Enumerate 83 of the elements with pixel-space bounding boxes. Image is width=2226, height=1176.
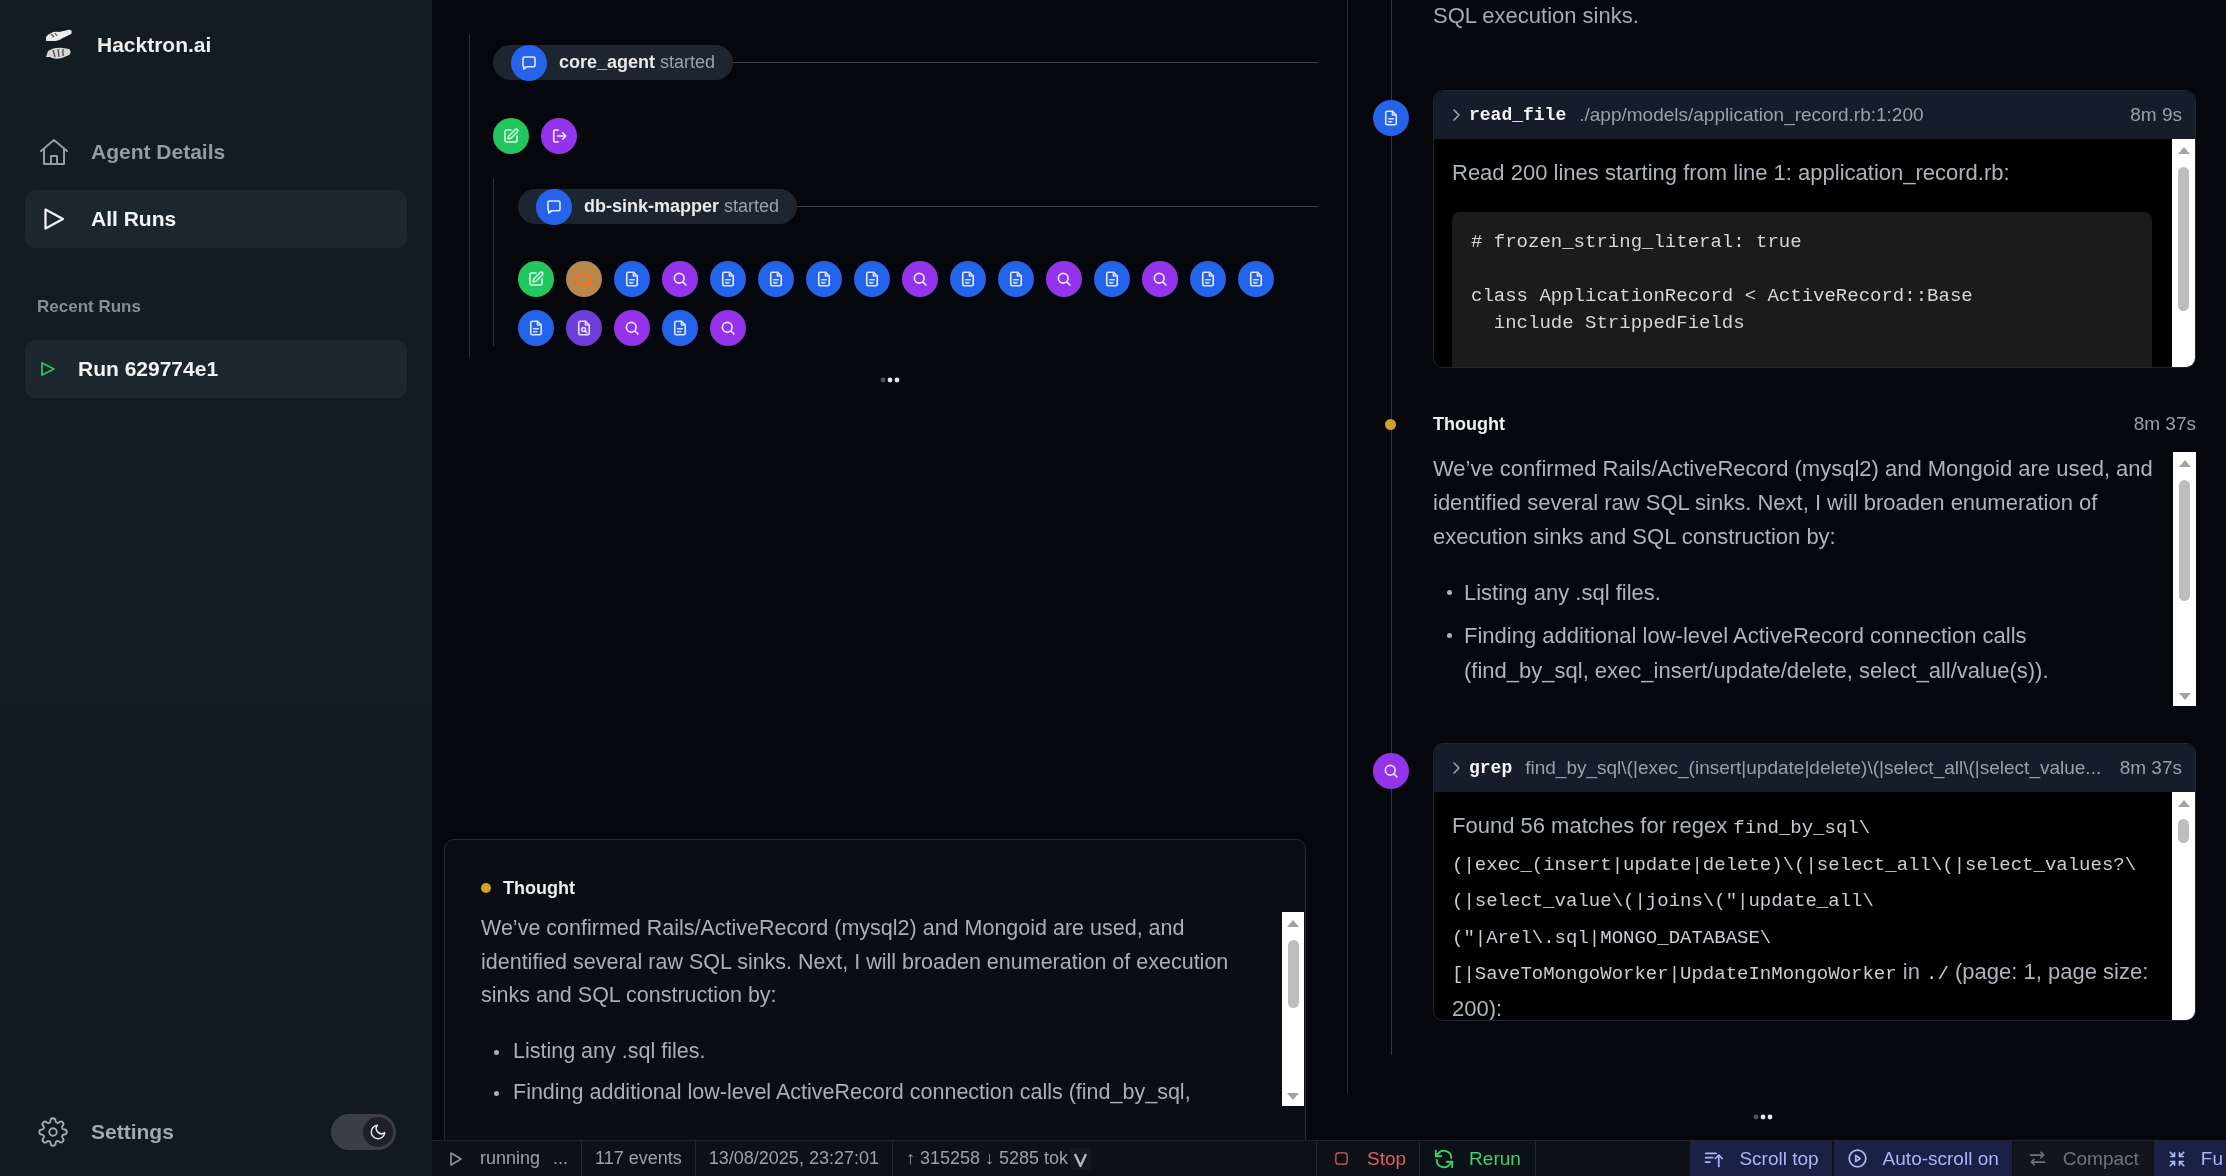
chat-bubble-icon (536, 188, 572, 225)
nav-item[interactable]: Agent Details (25, 123, 407, 181)
document-icon[interactable] (758, 261, 794, 297)
document-icon[interactable] (806, 261, 842, 297)
v-mark-icon (1070, 1147, 1092, 1170)
logo-icon (43, 28, 75, 62)
search-icon[interactable] (710, 310, 746, 346)
play-icon (40, 361, 56, 377)
folder-icon[interactable] (566, 261, 602, 297)
play-icon (449, 1150, 463, 1167)
code-block: # frozen_string_literal: true class ApplicationRecord < ActiveRecord::Base include StrippedFields (1452, 211, 2152, 367)
stop-icon (1334, 1151, 1349, 1166)
search-icon[interactable] (902, 261, 938, 297)
settings-link[interactable]: Settings (25, 1117, 174, 1147)
timestamp: 13/08/2025, 23:27:01 (708, 1148, 879, 1169)
loading-dots-icon (879, 377, 900, 383)
tool-name: read_file (1469, 105, 1567, 125)
tool-arguments: find_by_sql\(|exec_(insert|update|delete)\(|select_all\(|select_value... (1525, 757, 2102, 779)
output-text: Read 200 lines starting from line 1: application_record.rb: (1452, 159, 2011, 187)
log-text: SQL execution sinks. (1433, 2, 1640, 30)
moon-icon (369, 1123, 387, 1141)
output-text: Found 56 matches for regex find_by_sql\(|exec_(insert|update|delete)\(|select_all\(|select_values?\(|select_value\(|joins\("|update_all\("|Arel\.sql|MONGO_DATABASE\[|SaveToMongoWorker|UpdateInMongoWorker in ./ (page: 1, page size: 200): (1452, 812, 2150, 1020)
chat-bubble-icon (511, 44, 547, 81)
scrollbar[interactable] (1282, 912, 1304, 1106)
collapse-button[interactable]: Fu (2153, 1141, 2226, 1176)
stop-button[interactable]: Stop (1317, 1141, 1421, 1176)
bullet-text: Finding additional low-level ActiveRecord connection calls (find_by_sql, (513, 1078, 1191, 1106)
bullet-icon (1447, 590, 1452, 595)
document-search-icon[interactable] (566, 310, 602, 346)
document-icon[interactable] (1238, 261, 1274, 297)
search-icon[interactable] (1142, 261, 1178, 297)
bullet-text: Listing any .sql files. (1464, 579, 1661, 607)
search-icon[interactable] (662, 261, 698, 297)
brand-name: Hacktron.ai (97, 33, 212, 57)
scrollbar[interactable] (2173, 452, 2196, 706)
document-icon[interactable] (1190, 261, 1226, 297)
search-icon[interactable] (1046, 261, 1082, 297)
loading-dots-icon (1752, 1113, 1773, 1120)
bullet-text: Listing any .sql files. (513, 1037, 706, 1065)
document-icon[interactable] (1372, 100, 1409, 136)
document-icon[interactable] (854, 261, 890, 297)
theme-toggle[interactable] (331, 1114, 396, 1150)
document-icon[interactable] (518, 310, 554, 346)
bullet-text: Finding additional low-level ActiveRecord connection calls (find_by_sql, exec_insert/update/delete, select_all/value(s)). (1464, 622, 2050, 685)
document-icon[interactable] (998, 261, 1034, 297)
rerun-button[interactable]: Rerun (1420, 1141, 1536, 1176)
agent-status-text: core_agent started (559, 52, 716, 73)
bullet-icon (494, 1090, 499, 1096)
refresh-icon (1433, 1147, 1456, 1170)
token-count: ↑ 315258 ↓ 5285 tok (905, 1148, 1069, 1169)
document-icon[interactable] (662, 310, 698, 346)
chevron-right-icon[interactable] (1452, 761, 1461, 775)
document-icon[interactable] (1094, 261, 1130, 297)
thought-paragraph: We’ve confirmed Rails/ActiveRecord (mysql2) and Mongoid are used, and identified several raw SQL sinks. Next, I will broaden enumeration of execution sinks and SQL construction by: (481, 915, 1230, 1009)
section-title: Recent Runs (36, 298, 141, 316)
status-dot-icon (481, 883, 491, 893)
chevron-right-icon[interactable] (1452, 108, 1461, 122)
scrollbar[interactable] (2172, 792, 2195, 1020)
run-status: running (480, 1148, 541, 1169)
document-icon[interactable] (950, 261, 986, 297)
bullet-icon (1447, 633, 1452, 638)
bullet-icon (494, 1049, 499, 1055)
thought-title: Thought (1433, 413, 1505, 435)
elapsed-time: 8m 37s (2118, 757, 2182, 779)
search-icon[interactable] (614, 310, 650, 346)
thought-paragraph: We’ve confirmed Rails/ActiveRecord (mysql2) and Mongoid are used, and identified several raw SQL sinks. Next, I will broaden enumeration of execution sinks and SQL construction by: (1433, 455, 2154, 551)
elapsed-time: 8m 37s (2133, 413, 2196, 435)
play-icon (43, 207, 65, 231)
agent-status-text: db-sink-mapper started (584, 196, 780, 217)
run-item[interactable]: Run 629774e1 (25, 340, 407, 398)
status-ellipsis: ... (553, 1148, 569, 1169)
scrollbar[interactable] (2172, 139, 2195, 367)
document-icon[interactable] (614, 261, 650, 297)
elapsed-time: 8m 9s (2129, 104, 2182, 126)
document-icon[interactable] (710, 261, 746, 297)
event-count: 117 events (595, 1148, 682, 1169)
thought-title: Thought (503, 877, 575, 899)
search-icon[interactable] (1372, 753, 1409, 789)
tool-name: grep (1469, 758, 1513, 778)
settings-icon (38, 1117, 68, 1147)
home-icon (38, 137, 70, 167)
tool-arguments: ./app/models/application_record.rb:1:200 (1579, 104, 1924, 126)
nav-item[interactable]: All Runs (25, 190, 407, 248)
